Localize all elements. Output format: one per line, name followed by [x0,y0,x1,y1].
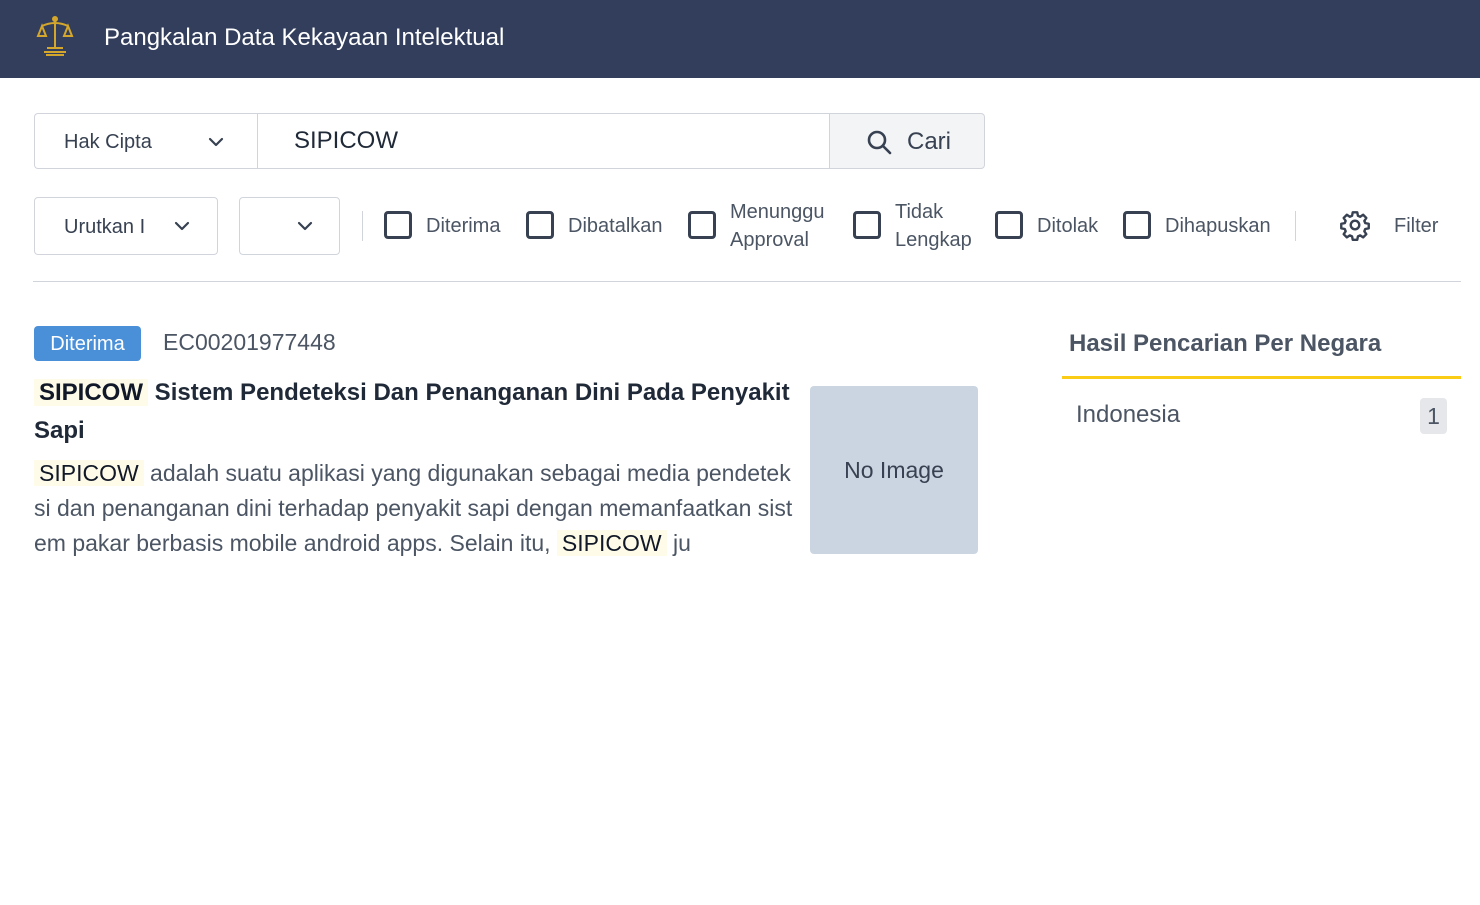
sort-select[interactable]: Urutkan I [34,197,218,255]
divider [33,281,1461,282]
checkbox-dibatalkan[interactable] [526,211,554,239]
label-line: Approval [730,229,809,251]
search-icon [867,130,892,155]
search-button-label: Cari [907,128,952,155]
title-text: Sistem Pendeteksi Dan Penanganan Dini Pa… [34,379,790,444]
label-line: Menunggu [730,201,825,223]
chevron-down-icon [208,137,224,147]
highlight: SIPICOW [34,379,149,406]
chevron-down-icon [297,221,313,231]
checkbox-label-diterima: Diterima [426,215,501,237]
image-placeholder: No Image [810,386,978,554]
search-input[interactable] [257,113,830,169]
checkbox-diterima[interactable] [384,211,412,239]
checkbox-label-dibatalkan: Dibatalkan [568,215,663,237]
sort-value: Urutkan I [64,216,146,238]
sidebar-title: Hasil Pencarian Per Negara [1069,330,1382,357]
result-title[interactable]: SIPICOW Sistem Pendeteksi Dan Penanganan… [34,374,798,450]
sort-order-select[interactable] [239,197,340,255]
gear-icon[interactable] [1339,209,1371,241]
chevron-down-icon [174,221,190,231]
highlight: SIPICOW [34,460,144,486]
divider [1295,211,1296,241]
status-badge: Diterima [34,326,141,361]
checkbox-label-tidak-lengkap: Tidak Lengkap [895,198,972,254]
filter-button-label[interactable]: Filter [1394,212,1438,240]
registration-number: EC00201977448 [163,329,336,355]
label-line: Lengkap [895,229,972,251]
result-description: SIPICOW adalah suatu aplikasi yang digun… [34,456,798,561]
ip-type-select[interactable]: Hak Cipta [34,113,258,169]
search-button[interactable]: Cari [829,113,985,169]
logo-icon[interactable] [34,14,76,58]
country-name[interactable]: Indonesia [1076,401,1180,429]
checkbox-label-dihapuskan: Dihapuskan [1165,215,1271,237]
app-title[interactable]: Pangkalan Data Kekayaan Intelektual [104,22,504,54]
top-navbar: Pangkalan Data Kekayaan Intelektual [0,0,1480,78]
description-text: ju [666,530,691,556]
sidebar-accent-line [1062,376,1461,379]
checkbox-menunggu-approval[interactable] [688,211,716,239]
country-count-badge: 1 [1420,398,1447,434]
divider [362,211,363,241]
checkbox-ditolak[interactable] [995,211,1023,239]
highlight: SIPICOW [556,530,667,556]
checkbox-label-menunggu-approval: Menunggu Approval [730,198,825,254]
checkbox-dihapuskan[interactable] [1123,211,1151,239]
ip-type-value: Hak Cipta [64,131,152,153]
checkbox-label-ditolak: Ditolak [1037,215,1099,237]
checkbox-tidak-lengkap[interactable] [853,211,881,239]
label-line: Tidak [895,201,944,223]
